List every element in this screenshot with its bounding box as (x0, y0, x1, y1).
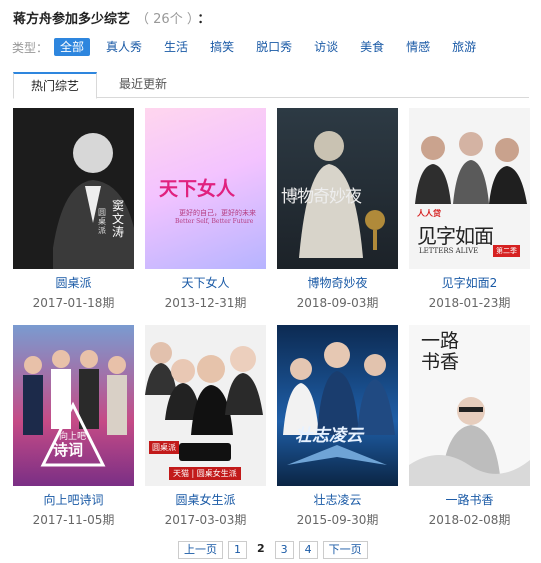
show-name[interactable]: 向上吧诗词 (13, 491, 134, 508)
type-filter-bar: 类型： 全部 真人秀 生活 搞笑 脱口秀 访谈 美食 情感 旅游 (12, 38, 492, 56)
result-count: （ 26个 ） (136, 12, 194, 27)
next-page-button[interactable]: 下一页 (322, 541, 368, 559)
poster-subtitle: 圆桌派 (98, 208, 106, 235)
poster-title: 天下女人 (159, 178, 236, 200)
poster-xiangshangbashici[interactable]: 向上吧 诗词 (13, 325, 134, 486)
poster-title: 博物奇妙夜 (281, 187, 362, 207)
show-card: 一路书香 一路书香 2018-02-08期 (409, 325, 530, 528)
filter-emotion[interactable]: 情感 (400, 38, 436, 56)
filter-all[interactable]: 全部 (54, 38, 91, 56)
show-date: 2015-09-30期 (296, 513, 379, 527)
poster-zhuangzhilingyun[interactable]: 壮志凌云 (277, 325, 398, 486)
page-4[interactable]: 4 (298, 541, 318, 559)
show-date: 2018-09-03期 (296, 296, 379, 310)
show-date: 2017-11-05期 (32, 513, 115, 527)
show-name[interactable]: 博物奇妙夜 (277, 274, 398, 291)
show-card: 向上吧 诗词 向上吧诗词 2017-11-05期 (13, 325, 134, 528)
poster-bowuqimiaoye[interactable]: 博物奇妙夜 (277, 108, 398, 269)
show-card: 圆桌派 天猫 | 圆桌女生派 圆桌女生派 2017-03-03期 (145, 325, 266, 528)
poster-title: 天猫 | 圆桌女生派 (169, 467, 241, 480)
title-row: 蒋方舟参加多少综艺 （ 26个 ）： (13, 8, 210, 27)
filter-food[interactable]: 美食 (354, 38, 390, 56)
filter-talkshow[interactable]: 脱口秀 (250, 38, 298, 56)
sponsor-logo: 人人贷 (417, 208, 441, 218)
show-card: 壮志凌云 壮志凌云 2015-09-30期 (277, 325, 398, 528)
filter-reality[interactable]: 真人秀 (100, 38, 148, 56)
poster-tianxianvren[interactable]: 天下女人 更好的自己，更好的未来 Better Self, Better Fut… (145, 108, 266, 269)
poster-yuanzhuonvshengpai[interactable]: 圆桌派 天猫 | 圆桌女生派 (145, 325, 266, 486)
poster-title: 窦文涛 (112, 199, 125, 239)
show-card: 窦文涛 圆桌派 圆桌派 2017-01-18期 (13, 108, 134, 311)
person-figure (13, 108, 134, 269)
show-name[interactable]: 一路书香 (409, 491, 530, 508)
page-2-current: 2 (252, 541, 270, 559)
poster-yuanzhuopai[interactable]: 窦文涛 圆桌派 (13, 108, 134, 269)
tab-recent[interactable]: 最近更新 (101, 72, 185, 98)
poster-logo: 圆桌派 (149, 441, 179, 454)
season-badge: 第二季 (493, 245, 520, 257)
page-1[interactable]: 1 (228, 541, 247, 559)
page-title: 蒋方舟参加多少综艺 (13, 12, 131, 27)
tab-bar: 热门综艺 最近更新 (13, 72, 529, 99)
show-name[interactable]: 圆桌派 (13, 274, 134, 291)
people-group (23, 350, 127, 467)
show-name[interactable]: 天下女人 (145, 274, 266, 291)
filter-travel[interactable]: 旅游 (446, 38, 482, 56)
poster-title: 见字如面 (417, 224, 494, 248)
people-group (145, 342, 263, 461)
poster-subtitle: 更好的自己，更好的未来 (179, 209, 256, 217)
show-name[interactable]: 圆桌女生派 (145, 491, 266, 508)
poster-yilushuxiang[interactable]: 一路书香 (409, 325, 530, 486)
filter-comedy[interactable]: 搞笑 (204, 38, 240, 56)
people-group (283, 342, 395, 465)
prev-page-button[interactable]: 上一页 (178, 541, 223, 559)
show-date: 2018-01-23期 (428, 296, 511, 310)
filter-label: 类型： (12, 40, 49, 55)
poster-title: 一路书香 (421, 330, 460, 373)
show-card: 天下女人 更好的自己，更好的未来 Better Self, Better Fut… (145, 108, 266, 311)
show-card: 人人贷 见字如面 LETTERS ALIVE 第二季 见字如面2 2018-01… (409, 108, 530, 311)
show-card: 博物奇妙夜 博物奇妙夜 2018-09-03期 (277, 108, 398, 311)
filter-life[interactable]: 生活 (158, 38, 194, 56)
pagination: 上一页 1 2 3 4 下一页 (178, 540, 373, 560)
poster-jianziruomian[interactable]: 人人贷 见字如面 LETTERS ALIVE 第二季 (409, 108, 530, 269)
poster-english: LETTERS ALIVE (419, 247, 479, 255)
show-date: 2017-03-03期 (164, 513, 247, 527)
show-date: 2013-12-31期 (164, 296, 247, 310)
title-colon: ： (197, 12, 211, 27)
show-name[interactable]: 见字如面2 (409, 274, 530, 291)
show-date: 2017-01-18期 (32, 296, 115, 310)
tab-hot[interactable]: 热门综艺 (13, 72, 97, 99)
page-3[interactable]: 3 (274, 541, 294, 559)
filter-interview[interactable]: 访谈 (308, 38, 344, 56)
poster-title: 壮志凌云 (295, 426, 363, 446)
show-date: 2018-02-08期 (428, 513, 511, 527)
poster-title: 诗词 (53, 441, 84, 459)
show-name[interactable]: 壮志凌云 (277, 491, 398, 508)
poster-english: Better Self, Better Future (175, 218, 254, 225)
